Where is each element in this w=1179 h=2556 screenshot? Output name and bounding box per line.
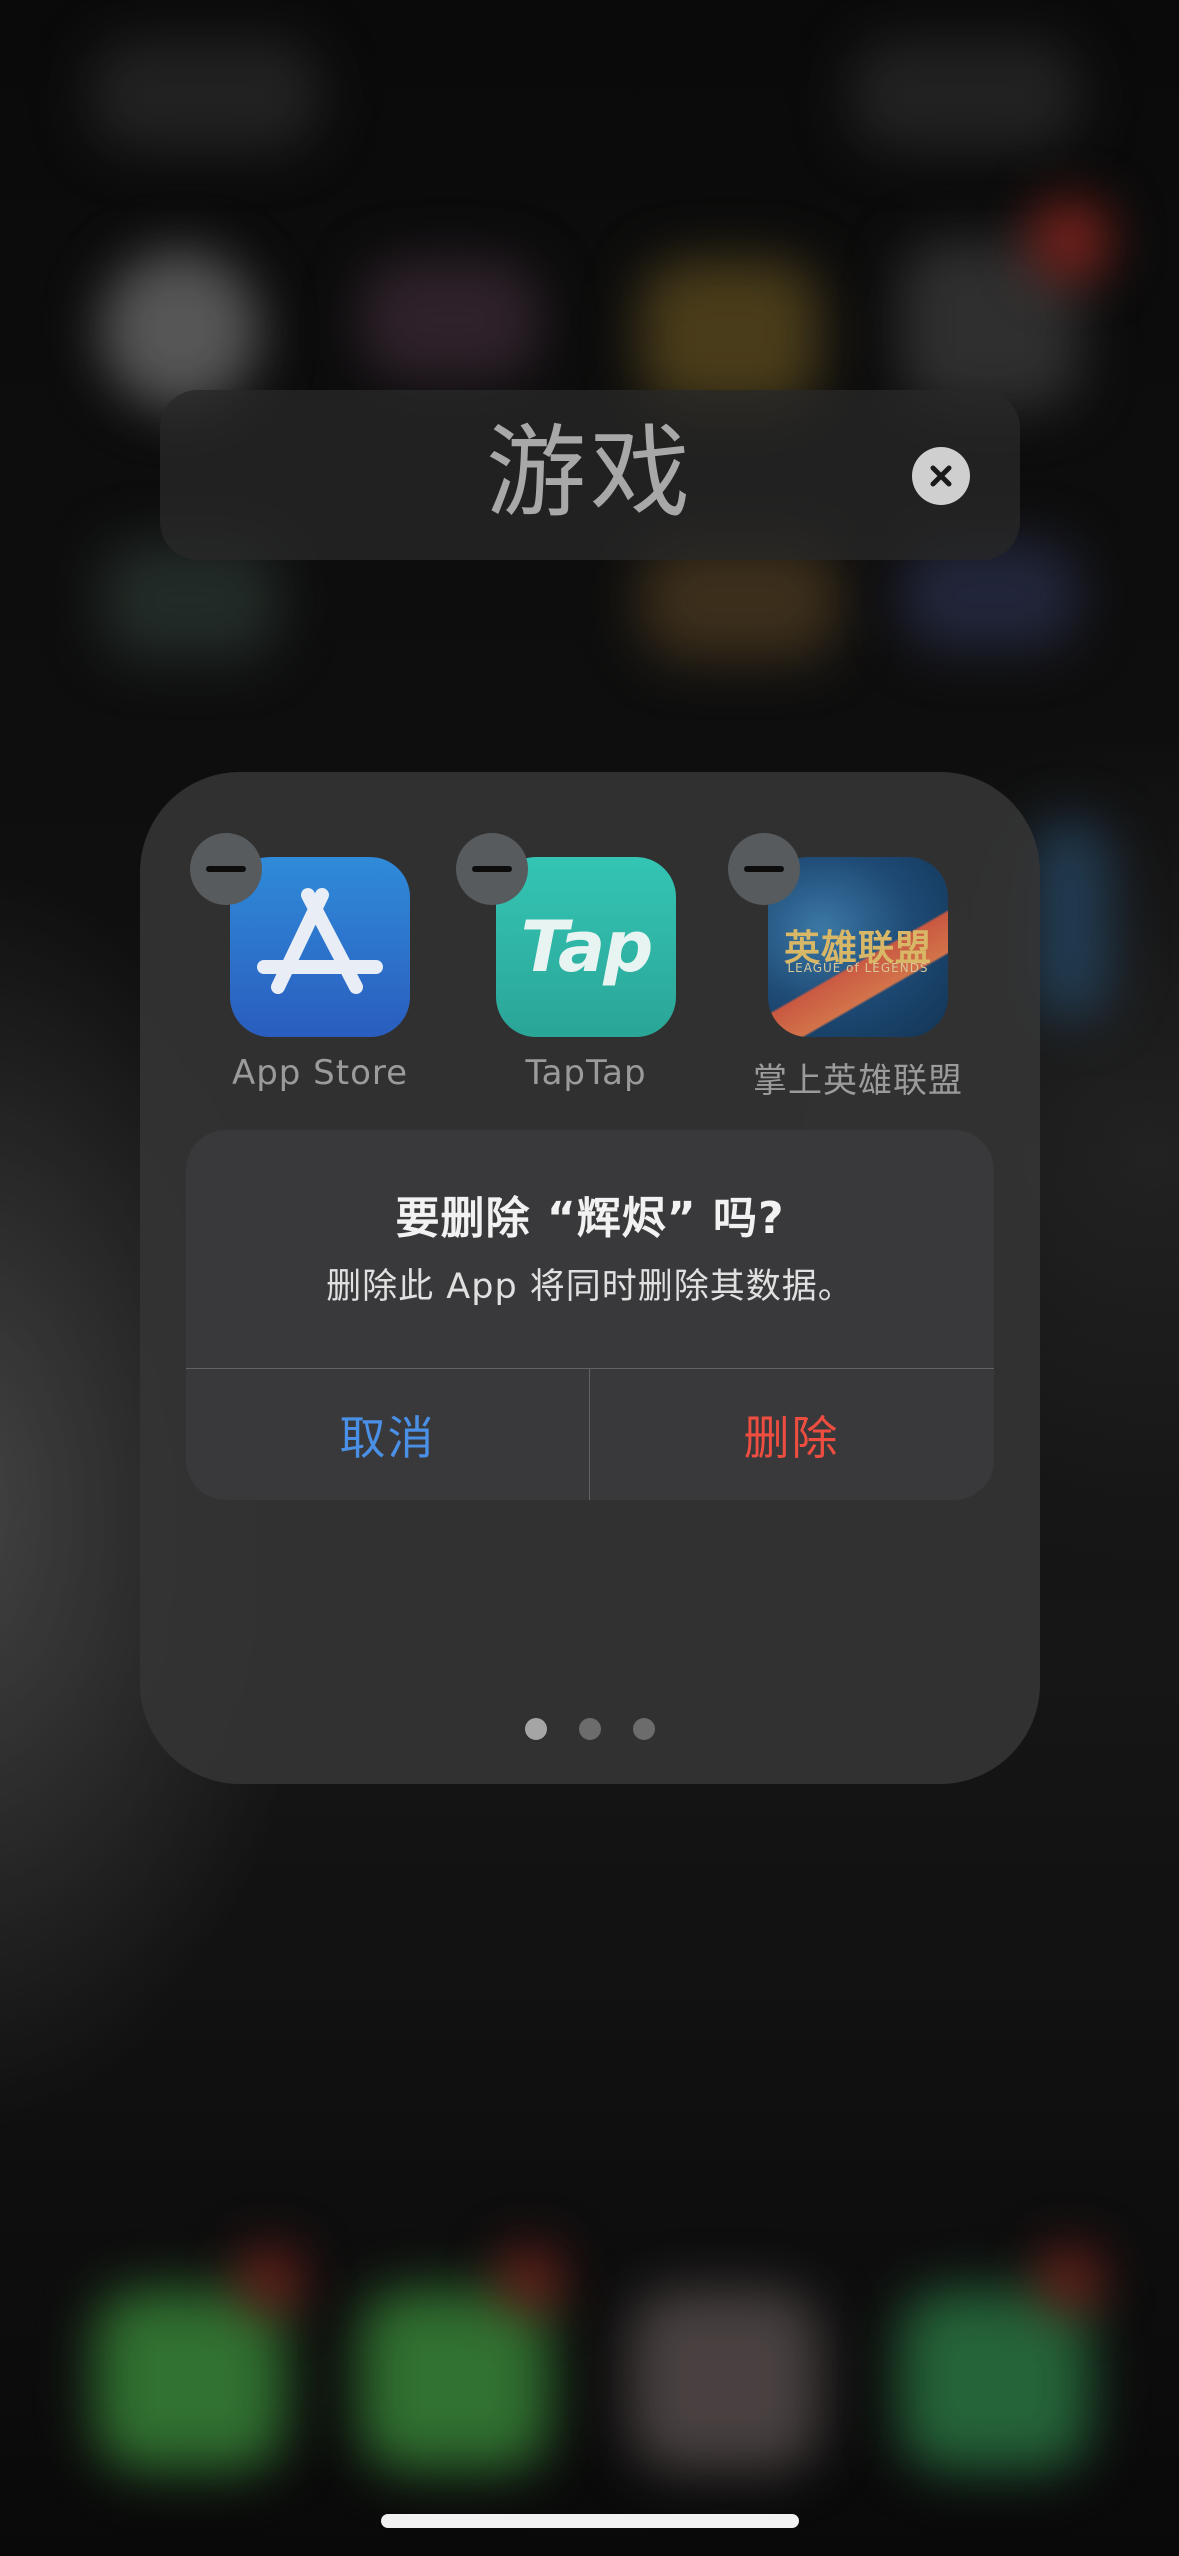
page-indicator[interactable] [140, 1718, 1040, 1740]
alert-message: 删除此 App 将同时删除其数据。 [326, 1267, 854, 1307]
close-icon [930, 465, 952, 487]
delete-app-alert: 要删除 “辉烬” 吗? 删除此 App 将同时删除其数据。 取消 删除 [186, 1130, 994, 1500]
clear-title-button[interactable] [912, 447, 970, 505]
delete-button[interactable]: 删除 [590, 1369, 993, 1500]
page-dot-1[interactable] [525, 1718, 547, 1740]
folder-title-bar[interactable]: 游戏 [160, 390, 1020, 560]
app-label: 掌上英雄联盟 [753, 1061, 963, 1101]
minus-icon [744, 866, 784, 872]
page-dot-2[interactable] [579, 1718, 601, 1740]
remove-app-badge[interactable] [456, 833, 528, 905]
minus-icon [206, 866, 246, 872]
home-indicator[interactable] [381, 2514, 799, 2528]
app-label: App Store [231, 1053, 409, 1093]
folder-title[interactable]: 游戏 [160, 408, 1020, 538]
remove-app-badge[interactable] [190, 833, 262, 905]
minus-icon [472, 866, 512, 872]
alert-title: 要删除 “辉烬” 吗? [395, 1193, 785, 1244]
remove-app-badge[interactable] [728, 833, 800, 905]
page-dot-3[interactable] [633, 1718, 655, 1740]
app-label: TapTap [525, 1053, 647, 1093]
cancel-button[interactable]: 取消 [186, 1369, 589, 1500]
